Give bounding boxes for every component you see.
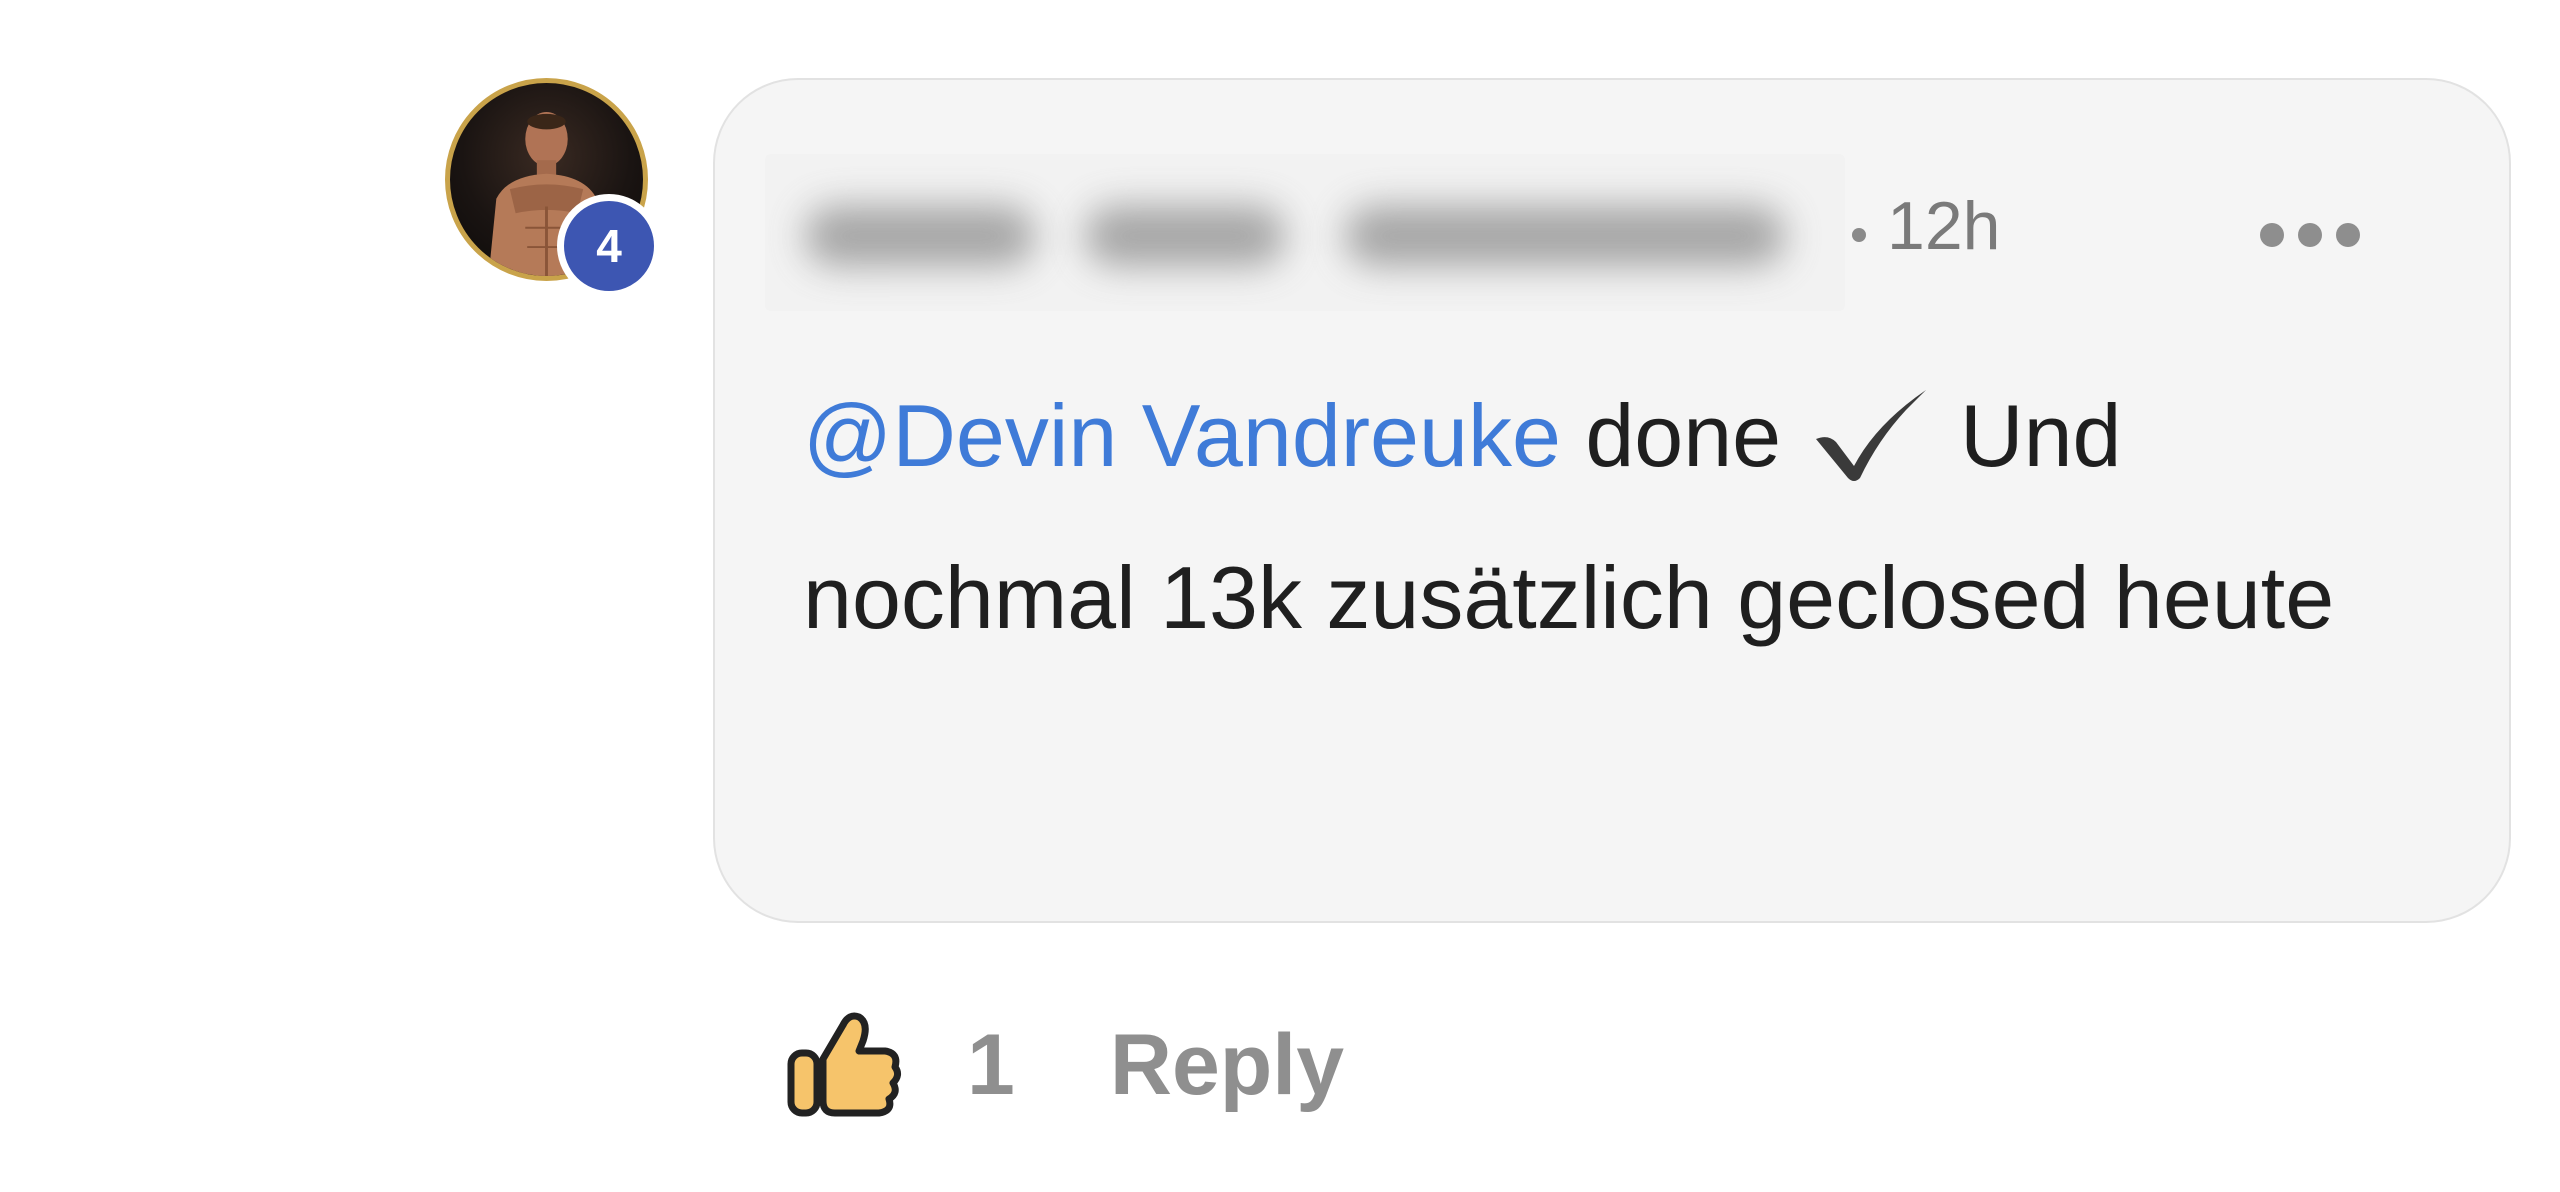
comment-text: @Devin Vandreuke done Und nochmal 13k zu… [803, 355, 2443, 679]
separator-dot [1852, 228, 1866, 242]
more-horizontal-icon [2336, 223, 2360, 247]
comment: 4 12h @Devin Vandreuke done Und nochmal … [0, 0, 2560, 1192]
more-options-button[interactable] [2260, 210, 2360, 260]
author-name-redacted[interactable] [765, 154, 1845, 311]
timestamp[interactable]: 12h [1887, 192, 2000, 260]
mention-link[interactable]: @Devin Vandreuke [803, 386, 1561, 485]
more-horizontal-icon [2260, 223, 2284, 247]
more-horizontal-icon [2298, 223, 2322, 247]
like-count[interactable]: 1 [967, 1016, 1015, 1115]
comment-bubble: 12h @Devin Vandreuke done Und nochmal 13… [713, 78, 2511, 923]
reply-button[interactable]: Reply [1110, 1016, 1344, 1115]
thumbs-up-icon[interactable] [785, 1005, 905, 1125]
level-badge: 4 [557, 194, 661, 298]
author-avatar-container[interactable]: 4 [445, 78, 661, 298]
comment-text-part: done [1560, 386, 1806, 485]
comment-actions: 1 Reply [785, 1000, 1344, 1130]
check-mark-icon [1815, 390, 1926, 481]
